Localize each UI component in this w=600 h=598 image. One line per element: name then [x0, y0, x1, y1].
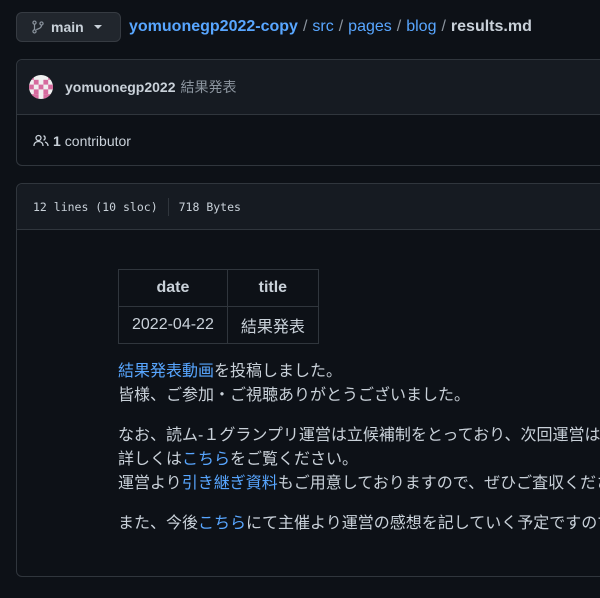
text-span: 詳しくは: [118, 451, 183, 468]
file-navigation: main yomuonegp2022-copy / src / pages / …: [16, 11, 600, 43]
breadcrumb-separator: /: [338, 18, 344, 35]
breadcrumb-src-link[interactable]: src: [312, 18, 333, 36]
chevron-down-icon: [93, 25, 102, 29]
breadcrumb-repo-link[interactable]: yomuonegp2022-copy: [129, 18, 298, 36]
results-video-link[interactable]: 結果発表動画: [118, 363, 214, 380]
text-span: 運営より: [118, 475, 182, 492]
breadcrumb-pages-link[interactable]: pages: [348, 18, 392, 36]
commit-author-link[interactable]: yomuonegp2022: [65, 79, 175, 95]
paragraph-line: 詳しくはこちらをご覧ください。: [118, 448, 600, 472]
table-cell: 結果発表: [226, 306, 319, 344]
paragraph-line: 結果発表動画を投稿しました。: [118, 360, 600, 384]
identicon-avatar[interactable]: [29, 75, 53, 99]
file-size: 718 Bytes: [178, 199, 241, 214]
contributors-count: 1: [53, 133, 61, 149]
breadcrumb-current-file: results.md: [450, 18, 532, 35]
breadcrumb-blog-link[interactable]: blog: [406, 18, 436, 36]
file-viewer: 12 lines (10 sloc) 718 Bytes date title …: [16, 183, 600, 577]
table-header-row: date title: [118, 269, 319, 307]
breadcrumb-separator: /: [302, 18, 308, 35]
organizer-notes-link[interactable]: こちら: [198, 515, 246, 532]
table-header-cell: title: [226, 269, 319, 307]
contributors-row[interactable]: 1 contributor: [17, 115, 600, 167]
file-info-header: 12 lines (10 sloc) 718 Bytes: [17, 184, 600, 230]
paragraph-announcement: 結果発表動画を投稿しました。 皆様、ご参加・ご視聴ありがとうございました。: [118, 360, 600, 408]
handover-docs-link[interactable]: 引き継ぎ資料: [182, 475, 278, 492]
branch-name: main: [51, 19, 84, 35]
paragraph-line: なお、読ム-１グランプリ運営は立候補制をとっており、次回運営は: [118, 427, 600, 444]
paragraph-line: 運営より引き継ぎ資料もご用意しておりますので、ぜひご査収くださ: [118, 472, 600, 496]
file-info-divider: [167, 197, 169, 216]
people-icon: [33, 134, 49, 147]
text-span: また、今後: [118, 515, 199, 532]
table-cell: 2022-04-22: [118, 306, 228, 344]
text-span: にて主催より運営の感想を記していく予定ですので: [246, 515, 600, 532]
table-row: 2022-04-22 結果発表: [118, 306, 319, 344]
text-span: をご覧ください。: [230, 451, 359, 468]
latest-commit-box: yomuonegp2022 結果発表 1 contributor: [16, 59, 600, 166]
details-link[interactable]: こちら: [182, 451, 230, 468]
paragraph-line: 皆様、ご参加・ご視聴ありがとうございました。: [118, 387, 471, 404]
table-header-cell: date: [118, 269, 228, 307]
paragraph-future: また、今後こちらにて主催より運営の感想を記していく予定ですので: [118, 512, 600, 536]
contributors-label: contributor: [64, 133, 131, 149]
text-span: もご用意しておりますので、ぜひご査収くださ: [277, 475, 600, 492]
commit-message-link[interactable]: 結果発表: [180, 77, 236, 97]
file-line-count: 12 lines (10 sloc): [33, 199, 158, 214]
paragraph-management: なお、読ム-１グランプリ運営は立候補制をとっており、次回運営は 詳しくはこちらを…: [118, 424, 600, 496]
markdown-body: date title 2022-04-22 結果発表 結果発表動画を投稿しました…: [118, 269, 600, 536]
breadcrumb-separator: /: [441, 18, 446, 35]
git-branch-icon: [32, 20, 44, 34]
text-span: を投稿しました。: [214, 363, 343, 380]
breadcrumb-separator: /: [396, 18, 402, 35]
frontmatter-table: date title 2022-04-22 結果発表: [118, 269, 319, 344]
breadcrumb: yomuonegp2022-copy / src / pages / blog …: [129, 18, 532, 36]
branch-select-button[interactable]: main: [16, 12, 121, 42]
commit-header: yomuonegp2022 結果発表: [17, 60, 600, 115]
